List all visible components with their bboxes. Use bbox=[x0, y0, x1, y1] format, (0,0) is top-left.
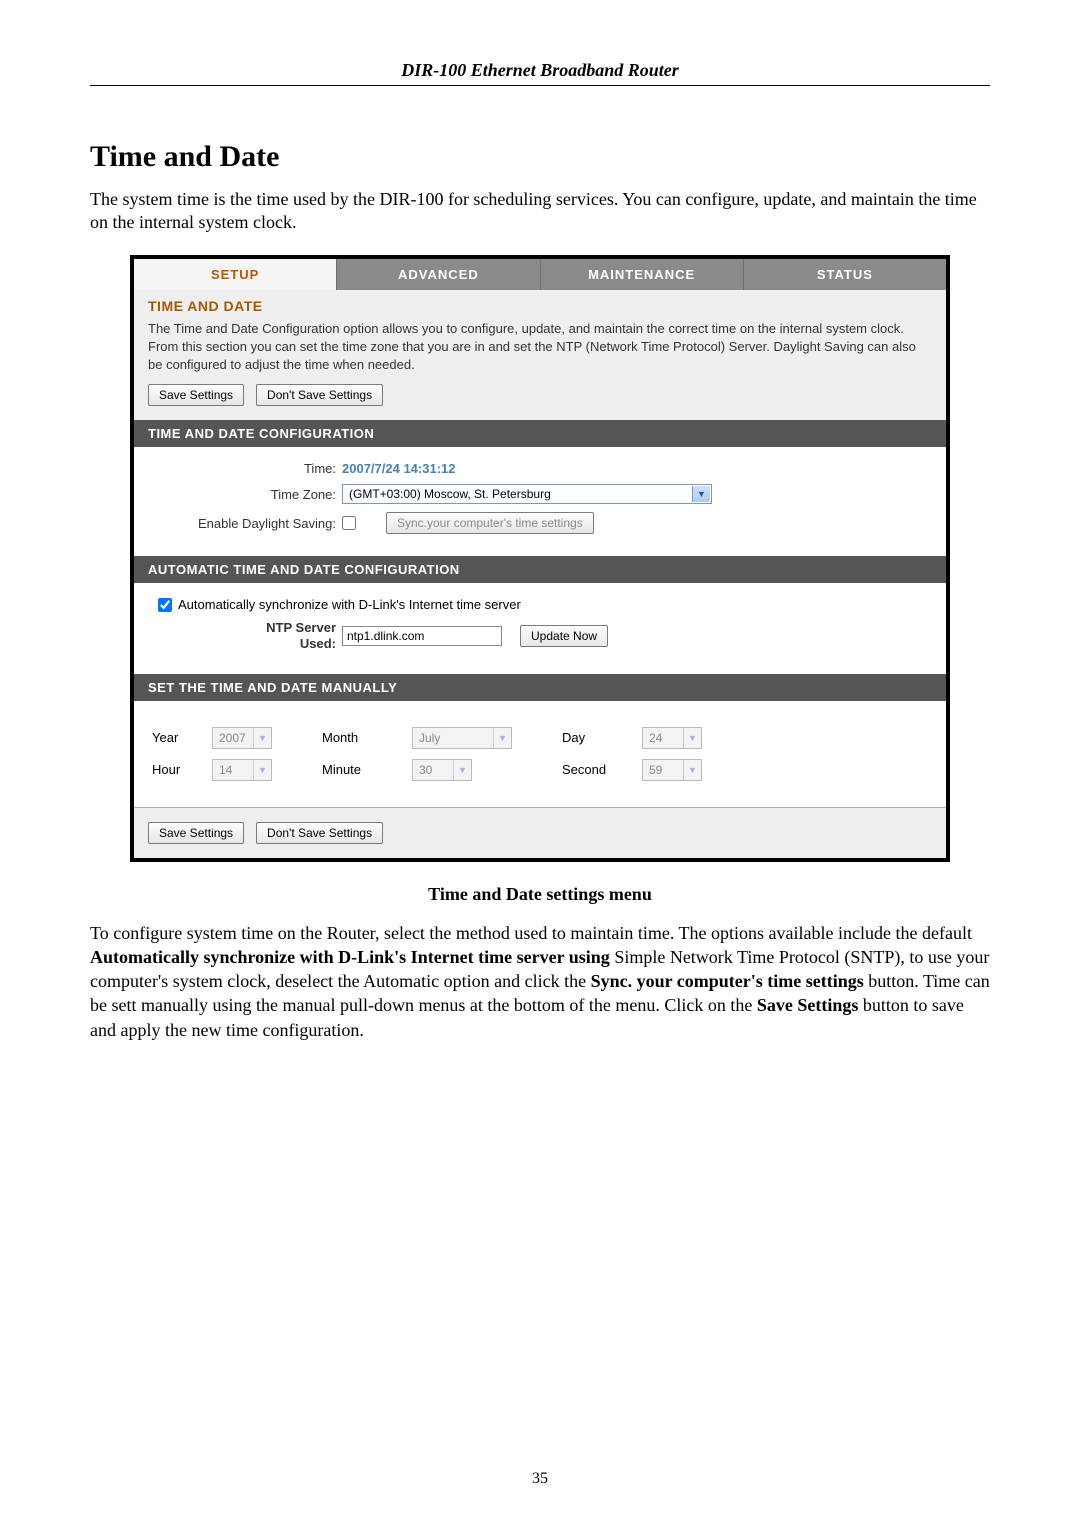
update-now-button[interactable]: Update Now bbox=[520, 625, 608, 647]
dont-save-settings-button-top[interactable]: Don't Save Settings bbox=[256, 384, 383, 406]
ntp-server-label: NTP ServerUsed: bbox=[152, 620, 342, 651]
month-select[interactable]: July▼ bbox=[412, 727, 512, 749]
tab-setup[interactable]: SETUP bbox=[134, 259, 337, 290]
sync-computer-time-button[interactable]: Sync.your computer's time settings bbox=[386, 512, 594, 534]
tab-bar: SETUP ADVANCED MAINTENANCE STATUS bbox=[134, 259, 946, 290]
minute-select[interactable]: 30▼ bbox=[412, 759, 472, 781]
save-settings-button-top[interactable]: Save Settings bbox=[148, 384, 244, 406]
page-number: 35 bbox=[0, 1470, 1080, 1488]
time-value: 2007/7/24 14:31:12 bbox=[342, 461, 455, 476]
bottom-button-panel: Save Settings Don't Save Settings bbox=[134, 807, 946, 858]
year-label: Year bbox=[152, 730, 212, 745]
time-label: Time: bbox=[152, 461, 342, 476]
save-settings-button-bottom[interactable]: Save Settings bbox=[148, 822, 244, 844]
month-label: Month bbox=[322, 730, 412, 745]
auto-body: Automatically synchronize with D-Link's … bbox=[134, 583, 946, 673]
intro-panel: TIME AND DATE The Time and Date Configur… bbox=[134, 290, 946, 421]
config-body: Time: 2007/7/24 14:31:12 Time Zone: (GMT… bbox=[134, 447, 946, 556]
section-bar-auto: AUTOMATIC TIME AND DATE CONFIGURATION bbox=[134, 556, 946, 583]
body-paragraph: To configure system time on the Router, … bbox=[90, 921, 990, 1042]
timezone-select[interactable]: (GMT+03:00) Moscow, St. Petersburg bbox=[342, 484, 712, 504]
page-header: DIR-100 Ethernet Broadband Router bbox=[90, 60, 990, 86]
second-label: Second bbox=[562, 762, 642, 777]
year-select[interactable]: 2007▼ bbox=[212, 727, 272, 749]
hour-select[interactable]: 14▼ bbox=[212, 759, 272, 781]
hour-label: Hour bbox=[152, 762, 212, 777]
chevron-down-icon: ▼ bbox=[683, 728, 701, 748]
auto-sync-checkbox[interactable] bbox=[158, 598, 172, 612]
tab-maintenance[interactable]: MAINTENANCE bbox=[541, 259, 744, 290]
tab-status[interactable]: STATUS bbox=[744, 259, 946, 290]
intro-panel-text: The Time and Date Configuration option a… bbox=[148, 320, 932, 375]
section-bar-manual: SET THE TIME AND DATE MANUALLY bbox=[134, 674, 946, 701]
daylight-saving-label: Enable Daylight Saving: bbox=[152, 516, 342, 531]
auto-sync-label: Automatically synchronize with D-Link's … bbox=[178, 597, 521, 612]
manual-body: Year 2007▼ Month July▼ Day 24▼ Hour 14▼ … bbox=[134, 701, 946, 807]
dont-save-settings-button-bottom[interactable]: Don't Save Settings bbox=[256, 822, 383, 844]
chevron-down-icon: ▼ bbox=[493, 728, 511, 748]
section-bar-config: TIME AND DATE CONFIGURATION bbox=[134, 420, 946, 447]
intro-panel-title: TIME AND DATE bbox=[148, 298, 932, 314]
router-ui-screenshot: SETUP ADVANCED MAINTENANCE STATUS TIME A… bbox=[130, 255, 950, 862]
day-label: Day bbox=[562, 730, 642, 745]
page-title: Time and Date bbox=[90, 140, 990, 174]
tab-advanced[interactable]: ADVANCED bbox=[337, 259, 540, 290]
chevron-down-icon: ▼ bbox=[453, 760, 471, 780]
second-select[interactable]: 59▼ bbox=[642, 759, 702, 781]
chevron-down-icon: ▼ bbox=[253, 760, 271, 780]
figure-caption: Time and Date settings menu bbox=[90, 884, 990, 905]
day-select[interactable]: 24▼ bbox=[642, 727, 702, 749]
ntp-server-input[interactable] bbox=[342, 626, 502, 646]
chevron-down-icon: ▼ bbox=[683, 760, 701, 780]
daylight-saving-checkbox[interactable] bbox=[342, 516, 356, 530]
timezone-label: Time Zone: bbox=[152, 487, 342, 502]
intro-paragraph: The system time is the time used by the … bbox=[90, 188, 990, 235]
minute-label: Minute bbox=[322, 762, 412, 777]
chevron-down-icon: ▼ bbox=[253, 728, 271, 748]
